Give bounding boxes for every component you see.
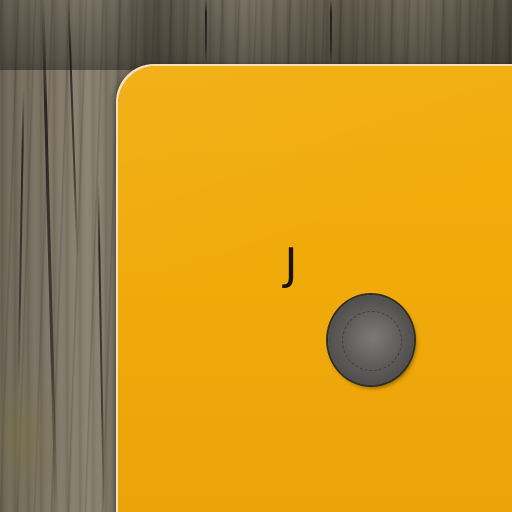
nail-texture: [342, 311, 402, 371]
photo-scene: J: [0, 0, 512, 512]
nail-head-icon: [328, 295, 414, 385]
yellow-plate: [118, 66, 512, 512]
wood-shadow: [0, 0, 512, 70]
wood-crack: [205, 0, 207, 66]
wood-crack: [17, 90, 25, 390]
plate-letter: J: [284, 239, 298, 290]
wood-crack: [330, 0, 332, 66]
lichen-patch: [0, 360, 70, 512]
wood-crack: [97, 180, 105, 512]
